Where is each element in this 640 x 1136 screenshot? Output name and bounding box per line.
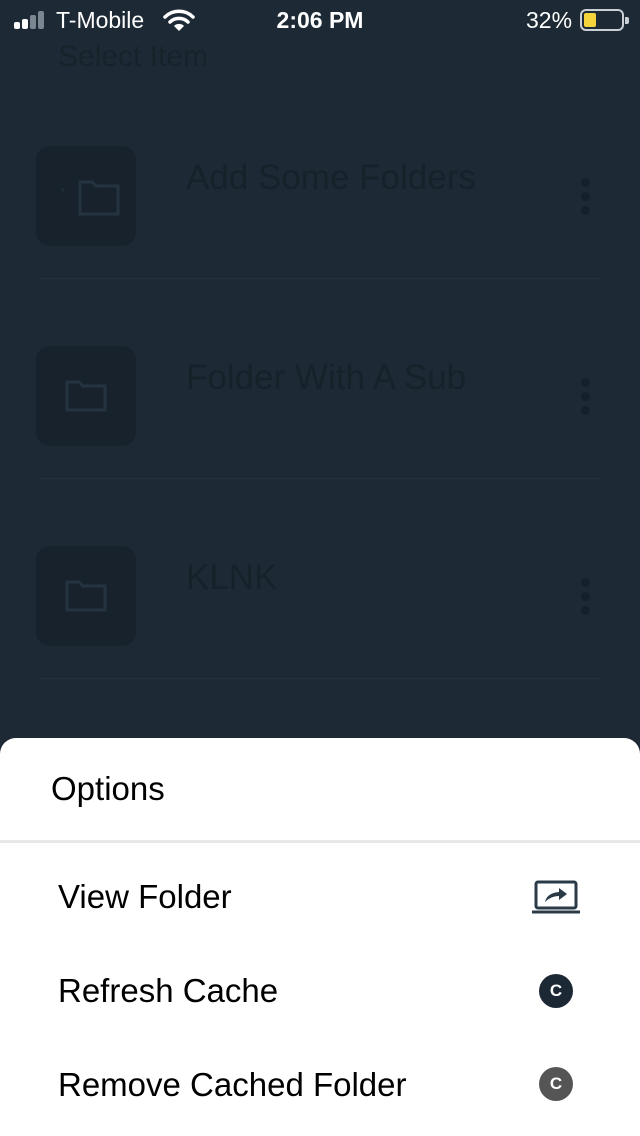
option-label: Refresh Cache xyxy=(58,972,279,1009)
folder-name: Add Some Folders xyxy=(186,158,476,197)
battery-icon xyxy=(580,9,629,31)
more-options-icon[interactable] xyxy=(576,578,596,618)
folder-row[interactable]: Folder With A Sub xyxy=(36,346,600,546)
cache-c-icon: C xyxy=(539,1067,573,1101)
sheet-title: Options xyxy=(51,770,165,807)
folder-row[interactable]: Add Some Folders xyxy=(36,146,600,346)
more-options-icon[interactable] xyxy=(576,178,596,218)
options-sheet: Options View Folder Refresh Cache C Remo… xyxy=(0,738,640,1136)
folder-with-chevron-icon xyxy=(36,146,136,246)
status-bar: T-Mobile 2:06 PM 32% xyxy=(0,0,640,40)
remove-cached-folder-option[interactable]: Remove Cached Folder C xyxy=(0,1038,640,1132)
refresh-cache-option[interactable]: Refresh Cache C xyxy=(0,944,640,1038)
view-folder-option[interactable]: View Folder xyxy=(0,850,640,944)
open-external-laptop-icon xyxy=(532,880,580,914)
battery-percent: 32% xyxy=(526,7,573,33)
divider xyxy=(0,840,640,843)
more-options-icon[interactable] xyxy=(576,378,596,418)
divider xyxy=(40,678,600,679)
option-label: Remove Cached Folder xyxy=(58,1066,407,1103)
divider xyxy=(40,478,600,479)
folder-row[interactable]: KLNK xyxy=(36,546,600,746)
screen: T-Mobile 2:06 PM 32% Select Item Add Som… xyxy=(0,0,640,1136)
folder-name: KLNK xyxy=(186,558,278,597)
folder-icon xyxy=(36,346,136,446)
option-label: View Folder xyxy=(58,878,232,915)
folder-name: Folder With A Sub xyxy=(186,358,467,397)
cache-c-icon: C xyxy=(539,974,573,1008)
folder-icon xyxy=(36,546,136,646)
page-title: Select Item xyxy=(58,40,209,73)
divider xyxy=(40,278,600,279)
